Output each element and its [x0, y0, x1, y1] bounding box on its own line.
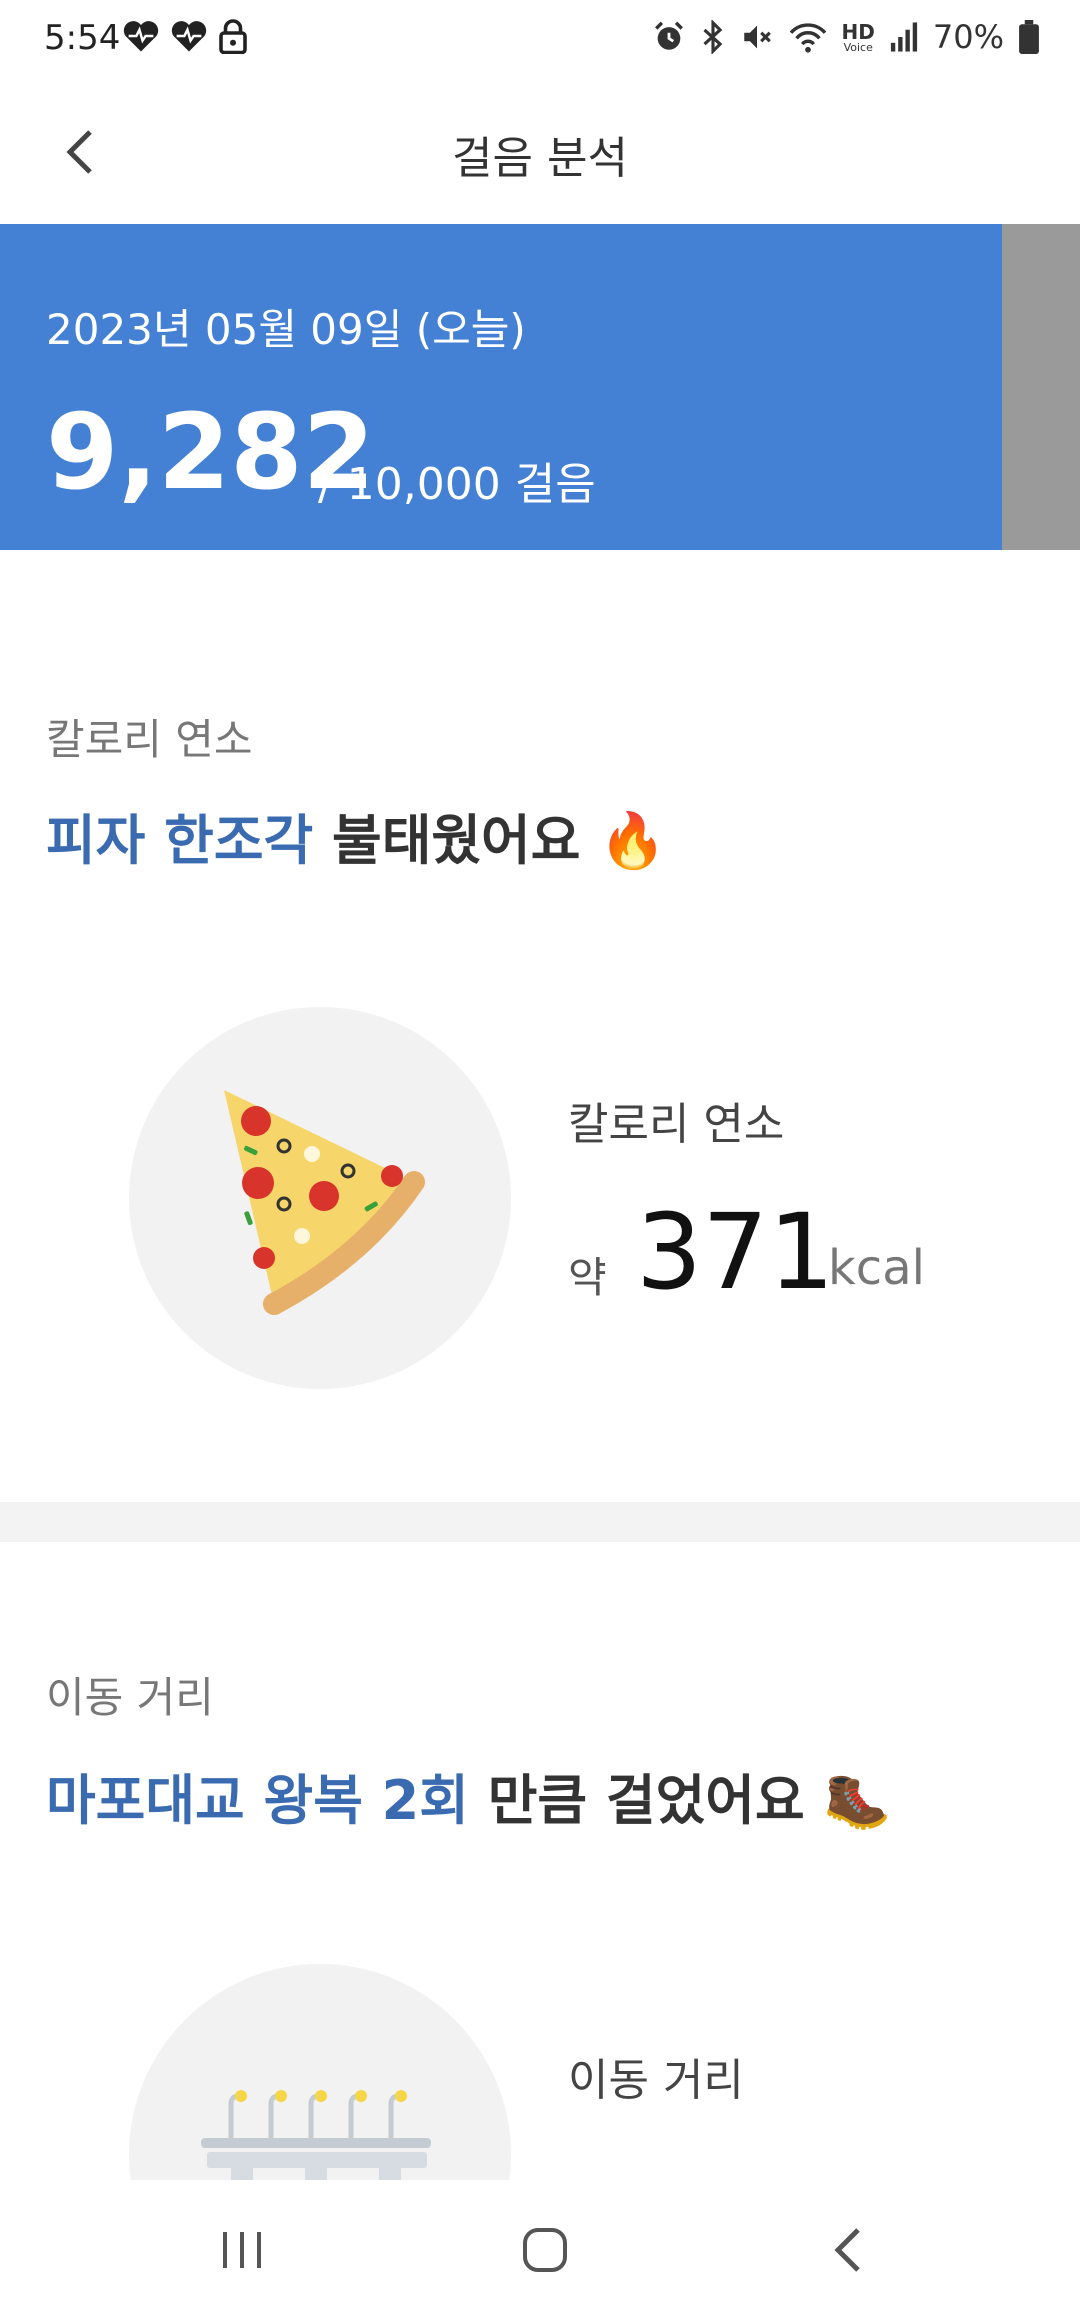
status-bar: 5:54 HD Voice 70% — [0, 0, 1080, 82]
calorie-unit: kcal — [828, 1240, 925, 1296]
back-button[interactable] — [50, 122, 110, 182]
distance-headline: 마포대교 왕복 2회 만큼 걸었어요 🥾 — [46, 1756, 891, 1835]
wifi-icon — [789, 23, 826, 53]
home-icon — [523, 2228, 567, 2272]
app-header: 걸음 분석 — [0, 82, 1080, 224]
banner-date: 2023년 05월 09일 (오늘) — [46, 305, 526, 354]
bluetooth-icon — [702, 20, 722, 54]
fire-icon: 🔥 — [599, 809, 667, 872]
mute-icon — [743, 25, 771, 49]
calorie-section-label: 칼로리 연소 — [46, 715, 253, 764]
boot-icon: 🥾 — [823, 1769, 891, 1832]
hd-label: HD — [841, 19, 875, 44]
voice-label: Voice — [843, 40, 873, 54]
calorie-stat-label: 칼로리 연소 — [568, 1099, 785, 1150]
status-right-icons: HD Voice 70% — [652, 18, 1040, 56]
alarm-icon — [654, 21, 683, 50]
distance-headline-rest: 만큼 걸었어요 — [487, 1769, 805, 1832]
calorie-headline-rest: 불태웠어요 — [332, 809, 581, 872]
calorie-value: 371 — [636, 1191, 835, 1313]
calorie-headline: 피자 한조각 불태웠어요 🔥 — [46, 796, 666, 875]
status-time: 5:54 — [44, 18, 121, 58]
battery-percent: 70% — [932, 18, 1004, 56]
signal-icon — [890, 22, 917, 52]
lock-icon — [219, 19, 247, 54]
distance-stat-label: 이동 거리 — [568, 2055, 744, 2106]
recent-apps-button[interactable] — [202, 2210, 282, 2290]
hd-voice-icon: HD Voice — [842, 22, 875, 53]
page-title: 걸음 분석 — [452, 133, 628, 184]
bridge-icon — [201, 2090, 431, 2180]
back-arrow-icon — [834, 2228, 860, 2272]
nav-back-button[interactable] — [808, 2210, 888, 2290]
calorie-headline-highlight: 피자 한조각 — [46, 809, 314, 872]
heart-icon — [171, 21, 207, 52]
status-left-icons — [122, 18, 248, 54]
distance-section-label: 이동 거리 — [46, 1673, 214, 1722]
banner-side-panel — [1002, 224, 1080, 550]
bridge-illustration-clip — [129, 1964, 511, 2180]
battery-icon — [1019, 20, 1039, 54]
step-goal: / 10,000 걸음 — [318, 459, 596, 510]
home-button[interactable] — [505, 2210, 585, 2290]
recent-apps-icon — [223, 2232, 261, 2268]
heart-icon — [123, 21, 159, 52]
section-divider — [0, 1502, 1080, 1542]
chevron-left-icon — [66, 130, 92, 174]
calorie-approx-prefix: 약 — [568, 1253, 607, 1302]
distance-headline-highlight: 마포대교 왕복 2회 — [46, 1769, 469, 1832]
pizza-icon — [224, 1090, 425, 1315]
